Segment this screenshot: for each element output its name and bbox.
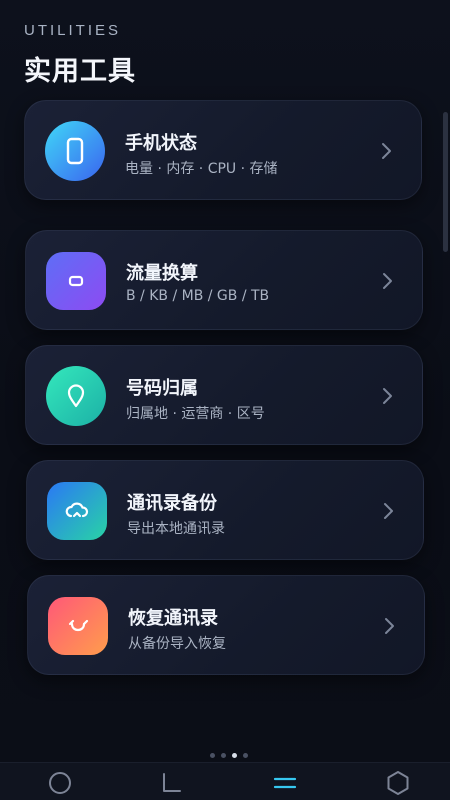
page-dot[interactable]: [243, 753, 248, 758]
chevron-right-icon: [382, 143, 391, 159]
chevron-right-icon: [383, 273, 392, 289]
restore-icon: [68, 619, 89, 632]
page-dot[interactable]: [210, 753, 215, 758]
cloud-icon: [65, 502, 89, 518]
tool-description: 导出本地通讯录: [127, 521, 225, 537]
location-pin-icon: [67, 384, 85, 408]
chevron-right-icon: [383, 388, 392, 404]
page-indicator: [210, 753, 248, 758]
tool-description: 电量 · 内存 · CPU · 存储: [125, 161, 278, 177]
page-dot[interactable]: [221, 753, 226, 758]
data-unit-icon: [68, 275, 84, 287]
tool-name: 恢复通讯录: [128, 608, 218, 629]
phone-icon: [66, 137, 84, 165]
phone-icon-tile: [45, 121, 105, 181]
tool-card-data-converter[interactable]: 流量换算 B / KB / MB / GB / TB: [25, 230, 423, 330]
header: UTILITIES 实用工具: [24, 22, 136, 88]
tool-card-phone-status[interactable]: 手机状态 电量 · 内存 · CPU · 存储: [24, 100, 422, 200]
page-title: 实用工具: [24, 56, 136, 87]
tool-description: B / KB / MB / GB / TB: [126, 288, 270, 304]
nav-item-circle[interactable]: [45, 768, 75, 798]
chevron-right-icon: [384, 503, 393, 519]
section-overline: UTILITIES: [24, 22, 122, 39]
location-icon-tile: [46, 366, 106, 426]
scrollbar[interactable]: [443, 112, 448, 252]
hexagon-icon: [387, 771, 409, 795]
data-unit-icon-tile: [46, 252, 106, 310]
tool-description: 归属地 · 运营商 · 区号: [126, 406, 265, 422]
tool-name: 手机状态: [125, 133, 197, 154]
page-dot-active[interactable]: [232, 753, 237, 758]
circle-icon: [49, 772, 71, 794]
tool-name: 号码归属: [126, 378, 198, 399]
nav-item-menu[interactable]: [270, 768, 300, 798]
tool-description: 从备份导入恢复: [128, 636, 226, 652]
nav-item-hexagon[interactable]: [383, 768, 413, 798]
cloud-icon-tile: [47, 482, 107, 540]
tool-card-number-lookup[interactable]: 号码归属 归属地 · 运营商 · 区号: [25, 345, 423, 445]
utilities-screen: UTILITIES 实用工具 手机状态 电量 · 内存 · CPU · 存储 流…: [0, 0, 450, 800]
tool-card-restore-contacts[interactable]: 恢复通讯录 从备份导入恢复: [27, 575, 425, 675]
bottom-nav: [0, 762, 450, 800]
corner-icon: [163, 773, 181, 792]
nav-item-corner[interactable]: [156, 768, 186, 798]
menu-lines-icon: [273, 777, 297, 789]
tool-card-contacts-backup[interactable]: 通讯录备份 导出本地通讯录: [26, 460, 424, 560]
tool-name: 流量换算: [126, 263, 198, 284]
restore-icon-tile: [48, 597, 108, 655]
tool-name: 通讯录备份: [127, 493, 217, 514]
chevron-right-icon: [385, 618, 394, 634]
